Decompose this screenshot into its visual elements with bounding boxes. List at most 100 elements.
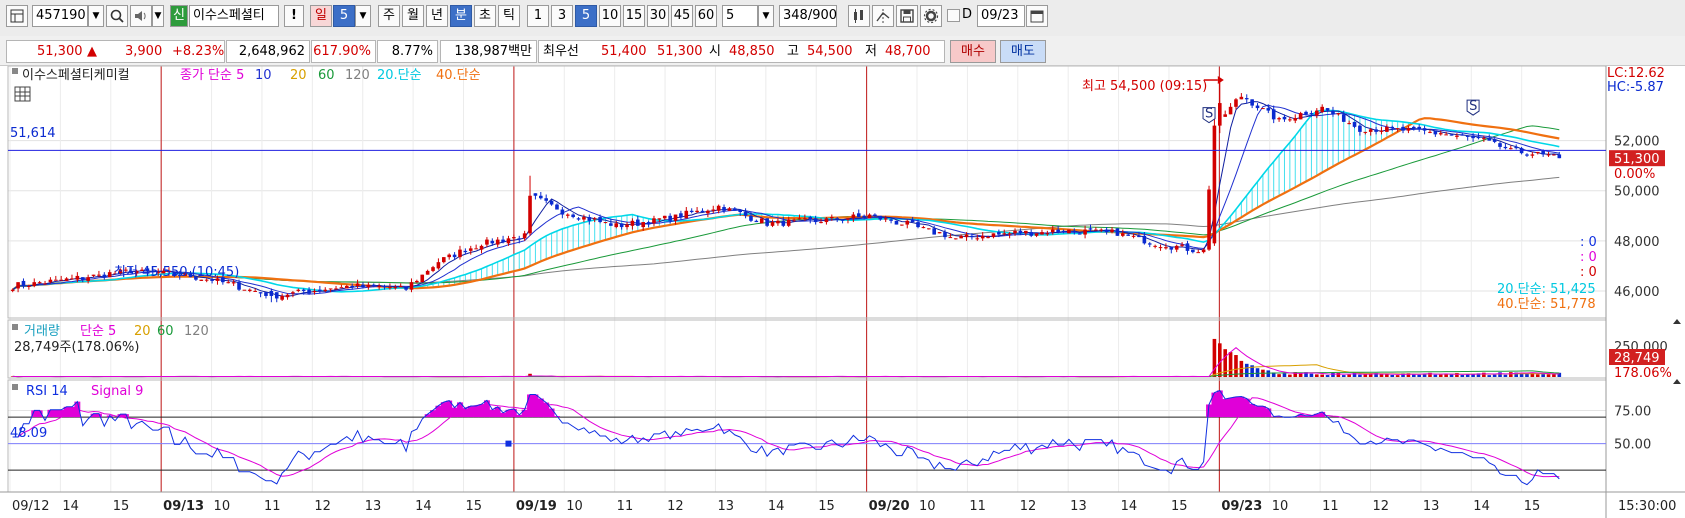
time-label: 15:30:00	[1618, 499, 1676, 514]
candle-body	[754, 220, 759, 223]
candle-body	[614, 223, 619, 228]
second-tab[interactable]: 초	[474, 5, 496, 27]
period-month-tab[interactable]: 월	[402, 5, 424, 27]
volume-bar	[1277, 374, 1281, 377]
sell-button[interactable]: 매도	[1000, 40, 1046, 63]
candle-body	[350, 285, 354, 288]
zero-readout: : 0	[1580, 250, 1597, 265]
candle-body	[1530, 154, 1535, 156]
stock-code-input[interactable]: 457190	[32, 5, 88, 27]
minute-tab[interactable]: 분	[450, 5, 472, 27]
candle-body	[431, 267, 435, 271]
candle-body	[512, 237, 516, 239]
candle-body	[1465, 135, 1470, 137]
period-day-tab[interactable]: 일	[310, 5, 332, 27]
stock-name-field[interactable]: 이수스페셜티	[189, 5, 279, 27]
period-week-tab[interactable]: 주	[378, 5, 400, 27]
candle-body	[371, 284, 376, 286]
grid-toggle-icon[interactable]	[14, 86, 31, 102]
minute-10-button[interactable]: 10	[599, 5, 621, 27]
x-axis-label: 13	[717, 499, 734, 514]
candle-body	[32, 282, 37, 286]
x-axis-label: 15	[818, 499, 835, 514]
candle-body	[625, 224, 629, 228]
candle-body	[576, 218, 581, 220]
minute-15-button[interactable]: 15	[623, 5, 645, 27]
x-axis-label: 09/23	[1221, 499, 1262, 514]
candle-body	[986, 237, 990, 239]
period-value[interactable]: 5	[333, 5, 355, 27]
minute-30-button[interactable]: 30	[647, 5, 669, 27]
chevron-down-icon[interactable]: ▼	[758, 5, 774, 27]
stock-chart[interactable]: SS 이수스페셜티케미컬 종가 단순 5 10 20 60 120 20.단순 …	[0, 66, 1685, 518]
chevron-down-icon[interactable]: ▼	[355, 5, 371, 27]
minute-1-button[interactable]: 1	[527, 5, 549, 27]
interval-input[interactable]: 5	[722, 5, 758, 27]
candle-body	[862, 215, 866, 218]
warning-button[interactable]: !	[284, 5, 304, 27]
x-axis-label: 14	[1121, 499, 1138, 514]
candle-body	[1503, 146, 1508, 149]
volume-bar	[1487, 375, 1492, 377]
minute-45-button[interactable]: 45	[671, 5, 693, 27]
candle-body	[1498, 143, 1502, 147]
bar-count-field[interactable]: 348/900	[779, 5, 837, 27]
candle-body	[48, 279, 53, 283]
speaker-icon[interactable]	[130, 5, 152, 27]
candle-body	[398, 285, 403, 288]
candle-body	[1142, 235, 1147, 244]
candle-body	[1218, 103, 1222, 126]
search-icon[interactable]	[106, 5, 128, 27]
legend-ma40-simple: 40.단순	[436, 68, 481, 83]
minute-3-button[interactable]: 3	[551, 5, 573, 27]
low-price: 48,700	[885, 44, 931, 59]
x-axis-label: 13	[1423, 499, 1440, 514]
date-checkbox[interactable]	[947, 9, 960, 22]
volume-bar	[1255, 368, 1260, 377]
candle-body	[442, 257, 446, 263]
candle-body	[1061, 230, 1066, 233]
x-axis-label: 15	[1171, 499, 1188, 514]
candle-body	[1363, 131, 1368, 133]
candle-body	[813, 218, 818, 223]
candle-body	[1244, 98, 1249, 100]
buy-button[interactable]: 매수	[950, 40, 996, 63]
candle-body	[1266, 108, 1271, 111]
candle-body	[571, 214, 575, 218]
candle-body	[366, 284, 371, 288]
minute-5-button[interactable]: 5	[575, 5, 597, 27]
candle-body	[1185, 243, 1190, 251]
candle-settings-icon[interactable]	[848, 5, 870, 27]
candle-body	[1374, 129, 1378, 132]
candle-body	[1121, 233, 1125, 236]
candle-body	[722, 207, 726, 211]
signal-marker-label: S	[1205, 107, 1213, 122]
chevron-down-icon[interactable]: ▼	[152, 5, 164, 27]
tick-tab[interactable]: 틱	[498, 5, 520, 27]
candle-body	[565, 214, 570, 216]
candle-body	[851, 214, 856, 219]
candle-body	[997, 232, 1001, 235]
date-input[interactable]: 09/23	[977, 5, 1025, 27]
legend-volume-ma60: 60	[157, 324, 174, 339]
calendar-icon[interactable]	[1026, 5, 1048, 27]
chevron-down-icon[interactable]: ▼	[88, 5, 104, 27]
candle-body	[1471, 135, 1475, 139]
candle-body	[485, 239, 489, 245]
current-price-label: 51,300	[1614, 152, 1660, 167]
gear-icon[interactable]	[920, 5, 942, 27]
rsi-y-tick: 75.00	[1614, 405, 1651, 420]
low-label: 저	[865, 44, 877, 59]
volume-bar	[1228, 352, 1233, 377]
credit-badge: 신	[170, 5, 188, 27]
x-axis-label: 09/20	[869, 499, 910, 514]
crosshair-icon[interactable]	[872, 5, 894, 27]
candle-body	[619, 223, 624, 228]
period-year-tab[interactable]: 년	[426, 5, 448, 27]
candle-body	[361, 284, 365, 288]
minute-60-button[interactable]: 60	[695, 5, 717, 27]
layout-icon[interactable]	[6, 5, 28, 27]
rsi-marker-icon	[505, 440, 512, 447]
save-icon[interactable]	[896, 5, 918, 27]
candle-body	[425, 270, 430, 275]
